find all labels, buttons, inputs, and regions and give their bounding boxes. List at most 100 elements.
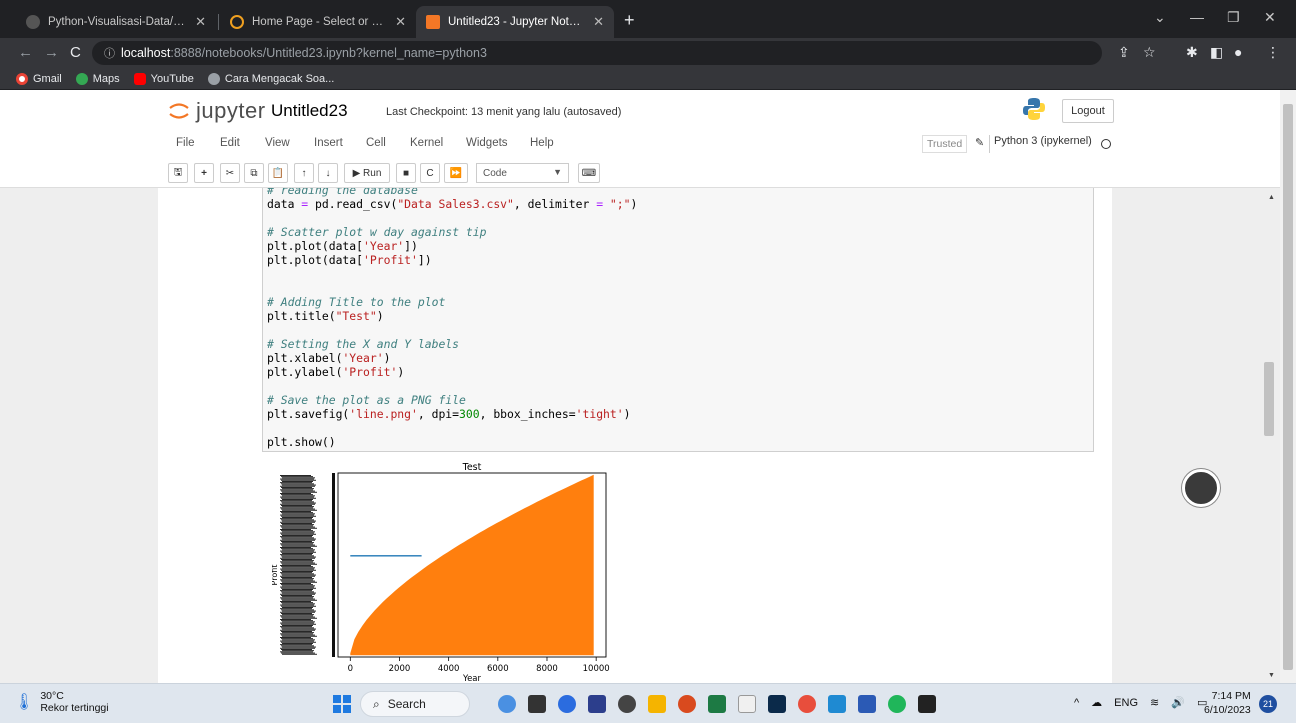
address-bar[interactable]: ⓘ localhost :8888/notebooks/Untitled23.i…: [92, 41, 1102, 65]
app-icon-b[interactable]: [498, 695, 516, 713]
trusted-badge[interactable]: Trusted: [922, 135, 968, 153]
insert-cell-icon[interactable]: +: [194, 163, 214, 183]
bookmark-cara-mengacak[interactable]: Cara Mengacak Soa...: [207, 72, 334, 85]
volume-icon[interactable]: 🔊: [1171, 696, 1185, 709]
photoshop-icon[interactable]: [768, 695, 786, 713]
app-icon-pc[interactable]: [738, 695, 756, 713]
profile-avatar-icon[interactable]: ●: [1234, 44, 1242, 60]
move-up-icon[interactable]: ↑: [294, 163, 314, 183]
bookmark-gmail[interactable]: Gmail: [16, 72, 62, 85]
menu-widgets[interactable]: Widgets: [466, 137, 508, 149]
new-tab-button[interactable]: +: [624, 10, 635, 31]
tab-search-chevron-icon[interactable]: ⌄: [1154, 9, 1166, 26]
cell-type-select[interactable]: Code ▼: [476, 163, 569, 183]
notification-badge[interactable]: 21: [1259, 695, 1277, 713]
y-tick-label-smear: [281, 494, 313, 496]
jupyter-logo[interactable]: jupyter: [168, 98, 266, 124]
clock[interactable]: 7:14 PM 6/10/2023: [1204, 689, 1251, 717]
save-icon[interactable]: 🖫: [168, 163, 188, 183]
kernel-name[interactable]: Python 3 (ipykernel): [989, 135, 1092, 153]
restart-run-all-icon[interactable]: ⏩: [444, 163, 468, 183]
scroll-down-icon[interactable]: ▼: [1268, 672, 1275, 679]
y-tick-label-smear: [282, 484, 316, 486]
powerpoint-icon[interactable]: [678, 695, 696, 713]
page-scroll-thumb[interactable]: [1283, 104, 1293, 670]
minimize-button[interactable]: —: [1190, 9, 1204, 25]
menu-cell[interactable]: Cell: [366, 137, 386, 149]
extensions-icon[interactable]: ✱: [1186, 44, 1198, 61]
bookmark-maps[interactable]: Maps: [75, 72, 120, 85]
y-tick-label-smear: [281, 577, 312, 578]
floating-assistant-icon[interactable]: [1182, 469, 1220, 507]
code-editor[interactable]: # reading the database data = pd.read_csv…: [267, 188, 637, 449]
chrome-icon[interactable]: [798, 695, 816, 713]
chat-icon[interactable]: [558, 695, 576, 713]
y-tick-label-smear: [280, 633, 313, 635]
notebook-scroll-thumb[interactable]: [1264, 362, 1274, 436]
page-scrollbar[interactable]: [1280, 90, 1296, 683]
terminal-icon[interactable]: [918, 695, 936, 713]
y-tick-label-smear: [282, 513, 315, 515]
word-icon[interactable]: [858, 695, 876, 713]
cloud-icon[interactable]: ☁: [1091, 696, 1102, 709]
app-icon-m[interactable]: [588, 695, 606, 713]
copy-icon[interactable]: ⧉: [244, 163, 264, 183]
bookmark-youtube[interactable]: YouTube: [133, 72, 194, 85]
vscode-icon[interactable]: [828, 695, 846, 713]
wifi-icon[interactable]: ≋: [1150, 696, 1159, 709]
forward-arrow-icon[interactable]: →: [44, 44, 59, 61]
menu-kernel[interactable]: Kernel: [410, 137, 443, 149]
move-down-icon[interactable]: ↓: [318, 163, 338, 183]
y-tick-label-smear: [280, 611, 315, 613]
paste-icon[interactable]: 📋: [268, 163, 288, 183]
menu-file[interactable]: File: [176, 137, 195, 149]
scroll-up-icon[interactable]: ▲: [1268, 194, 1275, 201]
tab-python-visualisasi[interactable]: Python-Visualisasi-Data/Data Vis ✕: [16, 6, 216, 38]
weather-widget[interactable]: 🌡 30°C Rekor tertinggi: [14, 690, 109, 714]
jupyter-toolbar: 🖫 + ✂ ⧉ 📋 ↑ ↓ ▶ Run ■ C ⏩ Code ▼ ⌨: [0, 158, 1280, 188]
keyboard-icon[interactable]: ⌨: [578, 163, 600, 183]
chevron-up-icon[interactable]: ^: [1074, 697, 1079, 709]
close-icon[interactable]: ✕: [593, 14, 604, 30]
sidepanel-icon[interactable]: ◧: [1210, 44, 1223, 61]
close-icon[interactable]: ✕: [195, 14, 206, 30]
menu-help[interactable]: Help: [530, 137, 554, 149]
whatsapp-icon[interactable]: [888, 695, 906, 713]
back-arrow-icon[interactable]: ←: [18, 44, 33, 61]
y-tick-label-smear: [280, 489, 313, 491]
bookmark-star-icon[interactable]: ☆: [1143, 44, 1156, 61]
more-menu-icon[interactable]: ⋮: [1266, 44, 1280, 61]
restart-icon[interactable]: C: [420, 163, 440, 183]
restore-button[interactable]: ❐: [1227, 9, 1240, 26]
y-tick-label-smear: [281, 537, 314, 539]
taskbar-search[interactable]: ⌕ Search: [360, 691, 470, 717]
y-tick-label-smear: [282, 574, 316, 576]
cut-icon[interactable]: ✂: [220, 163, 240, 183]
file-explorer-icon[interactable]: [648, 695, 666, 713]
notebook-name[interactable]: Untitled23: [271, 101, 348, 121]
y-tick-label-smear: [280, 647, 315, 649]
edit-pencil-icon[interactable]: ✎: [975, 136, 984, 149]
close-icon[interactable]: ✕: [395, 14, 406, 30]
task-view-icon[interactable]: [528, 695, 546, 713]
app-icon-dark[interactable]: [618, 695, 636, 713]
interrupt-icon[interactable]: ■: [396, 163, 416, 183]
reload-icon[interactable]: C: [70, 44, 81, 61]
tab-untitled23[interactable]: Untitled23 - Jupyter Notebook ✕: [416, 6, 614, 38]
run-button[interactable]: ▶ Run: [344, 163, 390, 183]
language-indicator[interactable]: ENG: [1114, 697, 1138, 709]
menu-edit[interactable]: Edit: [220, 137, 240, 149]
windows-start-icon[interactable]: [333, 695, 351, 713]
share-icon[interactable]: ⇪: [1118, 44, 1130, 61]
menu-insert[interactable]: Insert: [314, 137, 343, 149]
y-tick-label-smear: [281, 580, 315, 582]
info-icon[interactable]: ⓘ: [104, 45, 115, 61]
code-cell[interactable]: # reading the database data = pd.read_csv…: [262, 188, 1094, 452]
close-window-button[interactable]: ✕: [1264, 9, 1276, 26]
tab-home-page[interactable]: Home Page - Select or create a n ✕: [220, 6, 416, 38]
excel-icon[interactable]: [708, 695, 726, 713]
y-tick-label-smear: [280, 496, 314, 498]
menu-view[interactable]: View: [265, 137, 290, 149]
logout-button[interactable]: Logout: [1062, 99, 1114, 123]
